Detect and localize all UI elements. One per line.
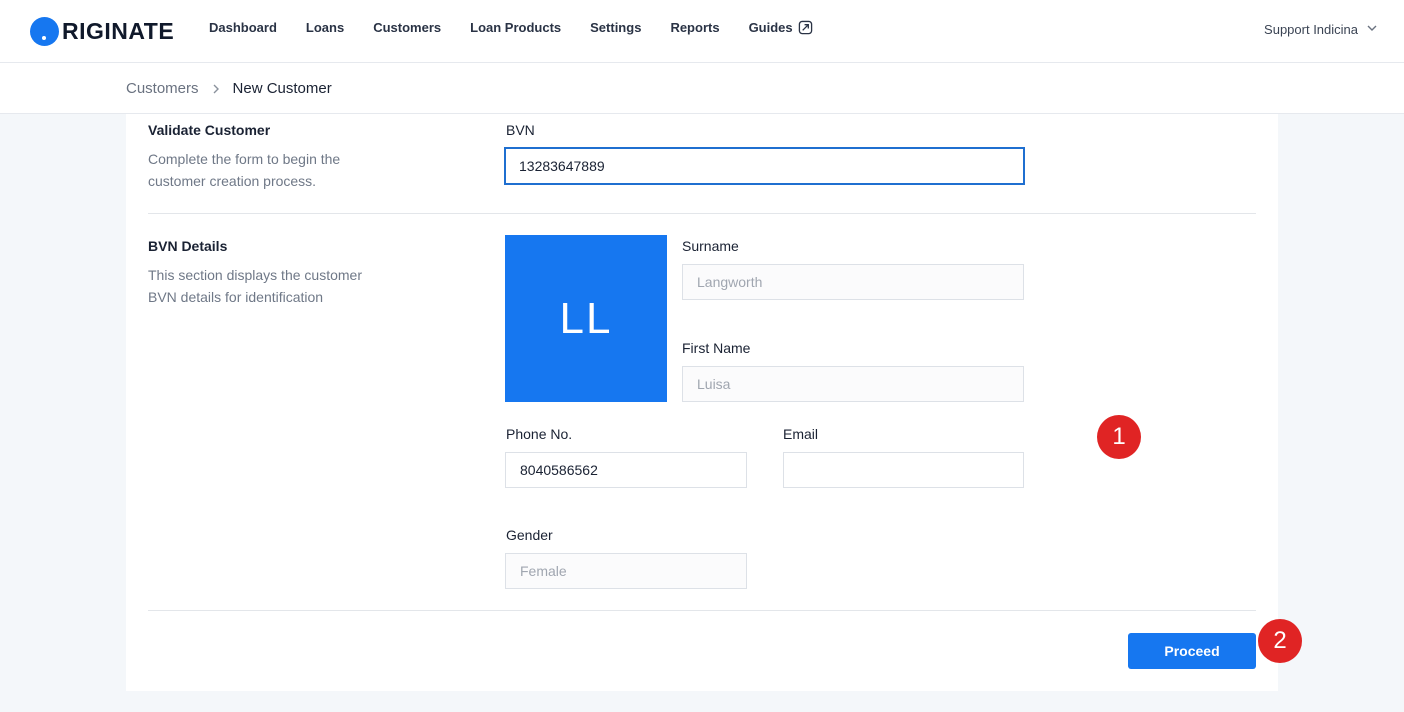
email-input[interactable]	[783, 452, 1024, 488]
annotation-marker-2: 2	[1258, 619, 1302, 663]
logo-dot-icon	[30, 16, 59, 46]
external-link-icon	[798, 20, 813, 35]
breadcrumb-customers[interactable]: Customers	[126, 80, 199, 97]
breadcrumb: Customers New Customer	[126, 80, 332, 97]
validate-section-title: Validate Customer	[148, 122, 271, 138]
phone-label: Phone No.	[506, 426, 573, 442]
bvn-input[interactable]	[504, 147, 1025, 185]
chevron-down-icon	[1366, 22, 1378, 37]
top-nav-bar: RIGINATE Dashboard Loans Customers Loan …	[0, 0, 1404, 63]
email-label: Email	[783, 426, 819, 442]
main-nav: Dashboard Loans Customers Loan Products …	[209, 20, 813, 35]
validate-section-description: Complete the form to begin the customer …	[148, 151, 341, 189]
customer-avatar: LL	[505, 235, 667, 402]
bvn-details-description: This section displays the customer BVN d…	[148, 267, 362, 305]
surname-field	[682, 264, 1024, 300]
first-name-field	[682, 366, 1024, 402]
bvn-label: BVN	[506, 122, 535, 138]
first-name-label: First Name	[682, 340, 751, 356]
user-name: Support Indicina	[1264, 22, 1358, 37]
nav-item-reports[interactable]: Reports	[670, 20, 719, 35]
proceed-button[interactable]: Proceed	[1128, 633, 1256, 669]
chevron-right-icon	[211, 83, 221, 95]
brand-logo[interactable]: RIGINATE	[30, 16, 174, 46]
brand-name: RIGINATE	[62, 17, 175, 44]
nav-item-loans[interactable]: Loans	[306, 20, 344, 35]
nav-item-loan-products[interactable]: Loan Products	[470, 20, 561, 35]
nav-item-settings[interactable]: Settings	[590, 20, 641, 35]
nav-item-guides[interactable]: Guides	[749, 20, 813, 35]
gender-field	[505, 553, 747, 589]
breadcrumb-current: New Customer	[232, 80, 332, 97]
user-menu[interactable]: Support Indicina	[1264, 22, 1378, 37]
annotation-marker-1: 1	[1097, 415, 1141, 459]
gender-label: Gender	[506, 527, 553, 543]
nav-item-guides-label: Guides	[748, 20, 793, 35]
nav-item-customers[interactable]: Customers	[373, 20, 441, 35]
new-customer-form-card: Validate Customer Complete the form to b…	[126, 114, 1278, 691]
phone-input[interactable]	[505, 452, 747, 488]
nav-item-dashboard[interactable]: Dashboard	[209, 20, 277, 35]
section-divider	[148, 213, 1256, 214]
bvn-details-title: BVN Details	[148, 238, 228, 254]
surname-label: Surname	[682, 238, 739, 254]
breadcrumb-bar: Customers New Customer	[0, 63, 1404, 114]
footer-divider	[148, 610, 1256, 611]
